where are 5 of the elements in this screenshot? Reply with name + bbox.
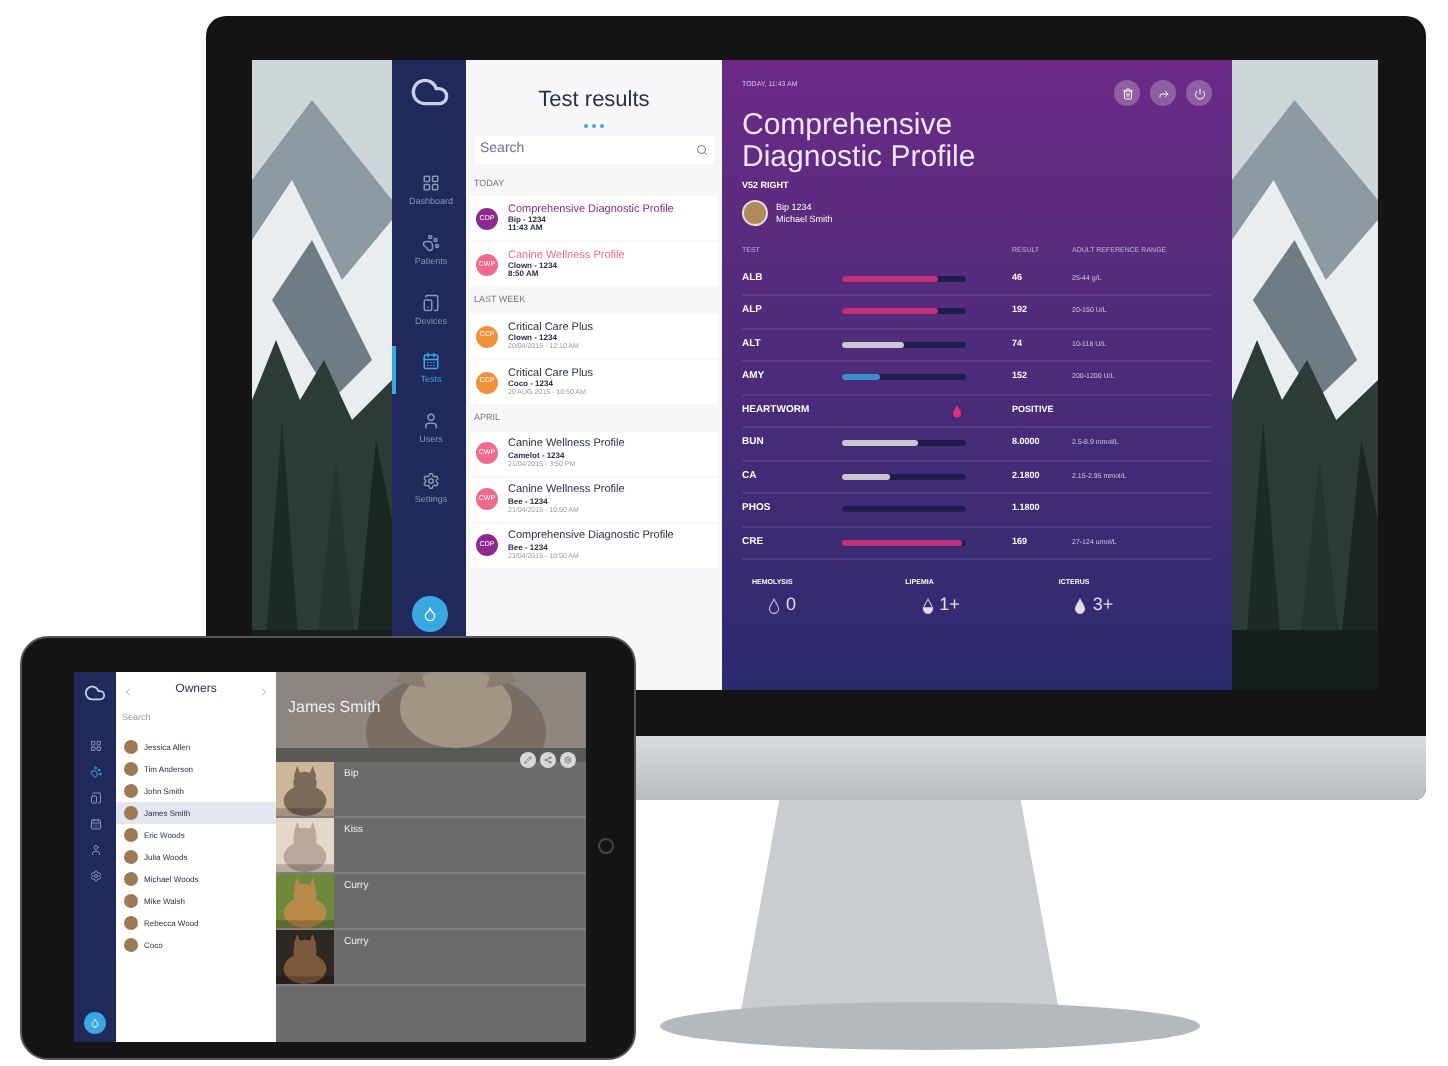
index-value: 3+ xyxy=(1092,592,1114,619)
index-value: 1+ xyxy=(939,592,960,619)
index-value: 0 xyxy=(786,592,797,619)
panel-title: Test results xyxy=(538,86,650,116)
profile-title: Comprehensive Diagnostic Profile xyxy=(742,110,978,173)
